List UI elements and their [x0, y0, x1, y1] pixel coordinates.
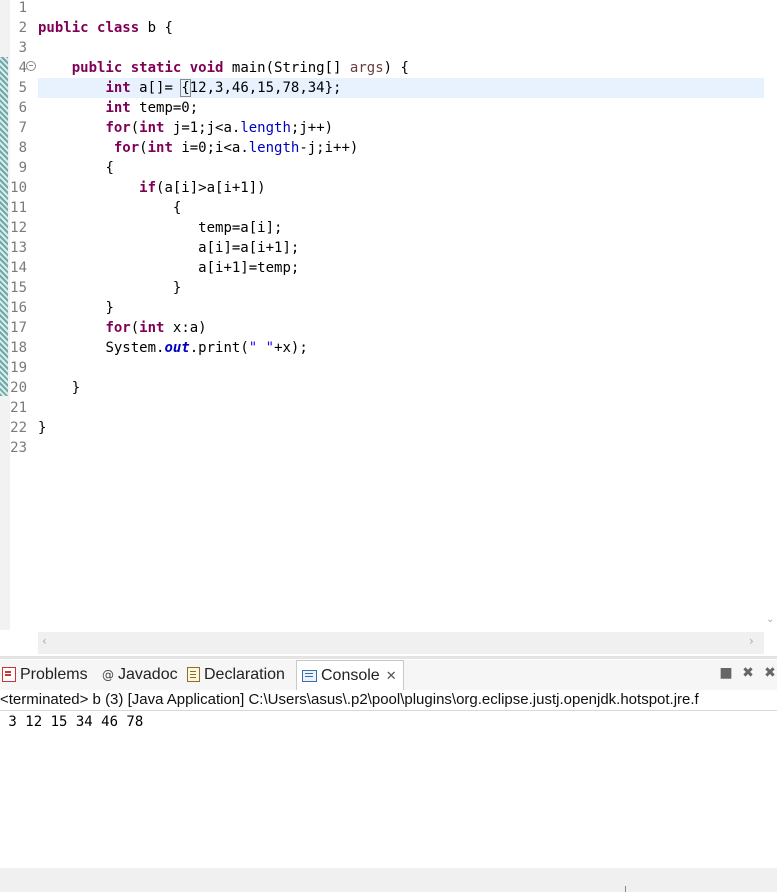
code-line-4: public static void main(String[] args) {	[71, 60, 409, 76]
scroll-right-icon[interactable]: ›	[749, 634, 754, 648]
code-line-15: }	[172, 280, 182, 296]
line-number: 20	[10, 380, 27, 396]
code-line-17: for(int x:a)	[105, 320, 207, 336]
line-number: 14	[10, 260, 27, 276]
code-line-9: {	[105, 160, 114, 176]
code-line-11: {	[172, 200, 182, 216]
scroll-left-icon[interactable]: ‹	[42, 634, 47, 648]
line-number: 15	[10, 280, 27, 296]
code-line-22: }	[38, 420, 47, 436]
console-horizontal-scrollbar[interactable]	[0, 868, 777, 892]
close-icon[interactable]: ✕	[386, 669, 397, 684]
quick-diff-change-bar	[0, 57, 8, 396]
console-output-text: 3 12 15 34 46 78	[0, 714, 144, 730]
remove-launch-icon[interactable]: ■	[718, 663, 734, 683]
remove-all-terminated-icon[interactable]: ✖	[740, 663, 756, 683]
console-process-label: <terminated> b (3) [Java Application] C:…	[0, 690, 777, 711]
code-line-5: int a[]= {12,3,46,15,78,34};	[38, 78, 764, 98]
line-number: 22	[10, 420, 27, 436]
code-line-20: }	[71, 380, 81, 396]
code-line-2: public class b {	[38, 20, 173, 36]
line-number: 17	[10, 320, 27, 336]
console-icon	[302, 669, 317, 682]
panel-sash[interactable]	[0, 656, 777, 659]
text-cursor-bracket: {	[180, 79, 191, 97]
more-actions-icon[interactable]: ✖	[762, 663, 777, 683]
line-number: 19	[10, 360, 27, 376]
declaration-icon	[187, 667, 200, 683]
line-number: 10	[10, 180, 27, 196]
code-line-6: int temp=0;	[105, 100, 199, 116]
code-line-14: a[i+1]=temp;	[198, 260, 300, 276]
javadoc-icon: @	[102, 668, 114, 682]
line-number: 4	[18, 60, 27, 76]
code-line-10: if(a[i]>a[i+1])	[139, 180, 266, 196]
tab-problems[interactable]: Problems	[2, 660, 88, 690]
line-number: 11	[10, 200, 27, 216]
code-text-area[interactable]: public class b { public static void main…	[38, 0, 764, 630]
tab-console[interactable]: Console ✕	[296, 660, 404, 691]
line-number: 3	[18, 40, 27, 56]
line-number: 5	[18, 80, 27, 96]
line-number: 7	[18, 120, 27, 136]
console-scroll-thumb[interactable]	[625, 886, 626, 892]
line-number: 13	[10, 240, 27, 256]
scroll-down-icon[interactable]: ⌄	[766, 614, 774, 625]
line-number: 9	[18, 160, 27, 176]
line-number: 21	[10, 400, 27, 416]
tab-javadoc-label: Javadoc	[118, 666, 178, 684]
tab-declaration-label: Declaration	[204, 666, 285, 683]
editor-horizontal-scrollbar[interactable]	[38, 632, 764, 654]
bottom-panel-tabbar: Problems @ Javadoc Declaration Console ✕	[0, 660, 777, 691]
line-number-ruler: 1 2 3 4 5 6 7 8 9 10 11 12 13 14 15 16 17 18 19 20 21 22 23	[10, 0, 38, 630]
line-number: 18	[10, 340, 27, 356]
code-line-8: for(int i=0;i<a.length-j;i++)	[113, 140, 359, 156]
fold-collapse-icon[interactable]: −	[26, 61, 36, 71]
tab-console-label: Console	[321, 667, 380, 684]
code-line-16: }	[105, 300, 114, 316]
java-editor[interactable]: 1 2 3 4 5 6 7 8 9 10 11 12 13 14 15 16 17 18 19 20 21 22 23 − …	[0, 0, 777, 656]
code-line-12: temp=a[i];	[198, 220, 283, 236]
line-number: 2	[18, 20, 27, 36]
code-line-13: a[i]=a[i+1];	[198, 240, 300, 256]
code-line-7: for(int j=1;j<a.length;j++)	[105, 120, 334, 136]
problems-icon	[2, 667, 16, 683]
tab-problems-label: Problems	[20, 666, 88, 683]
tab-javadoc[interactable]: @ Javadoc	[102, 660, 178, 690]
line-number: 12	[10, 220, 27, 236]
code-line-18: System.out.print(" "+x);	[105, 340, 308, 356]
console-output-area[interactable]: 3 12 15 34 46 78	[0, 711, 777, 868]
line-number: 8	[18, 140, 27, 156]
tab-declaration[interactable]: Declaration	[187, 660, 285, 690]
line-number: 23	[10, 440, 27, 456]
line-number: 6	[18, 100, 27, 116]
editor-vertical-scrollbar[interactable]	[764, 0, 777, 630]
line-number: 1	[18, 0, 27, 16]
line-number: 16	[10, 300, 27, 316]
